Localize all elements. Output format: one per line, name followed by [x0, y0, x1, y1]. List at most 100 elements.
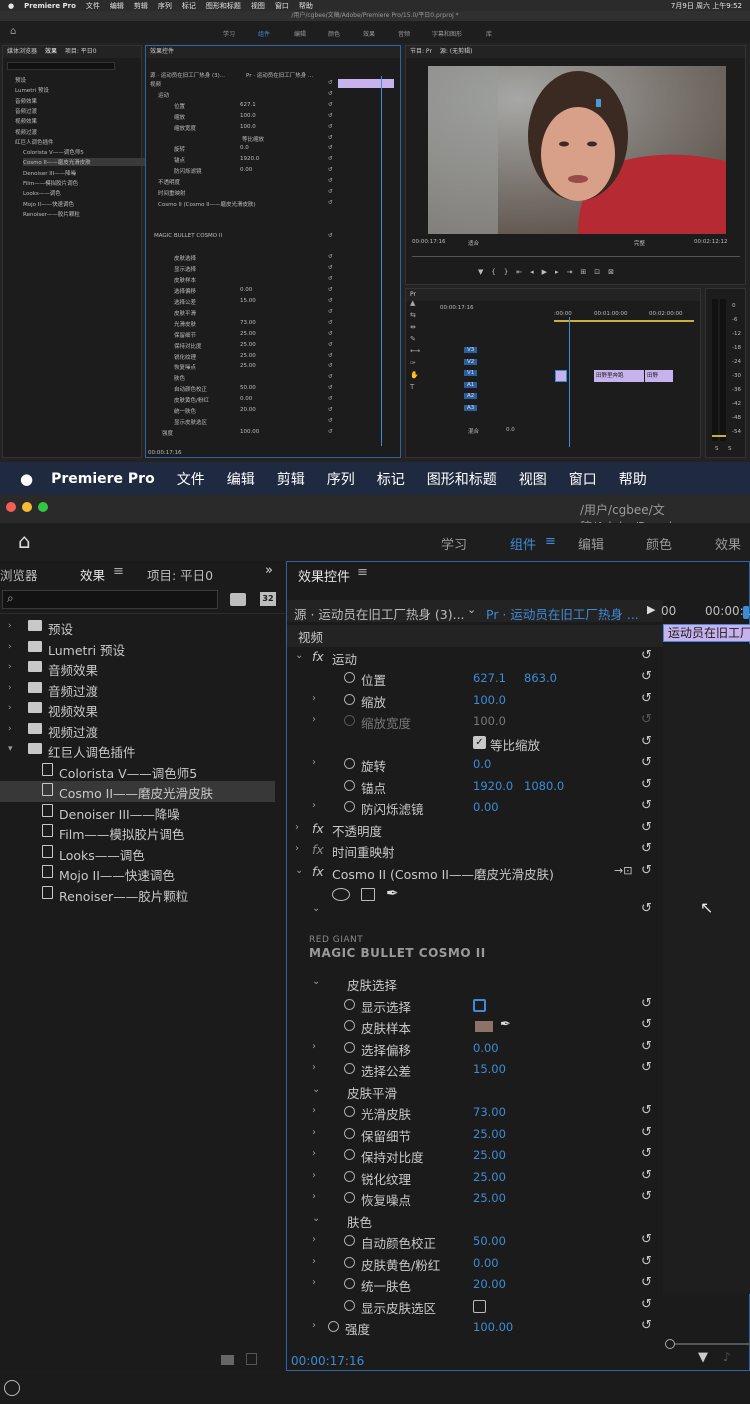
expand-icon[interactable]: ›: [312, 714, 316, 725]
effects-tree-item[interactable]: Looks——调色: [0, 843, 275, 864]
ov-reset-icon[interactable]: ↺: [328, 342, 333, 348]
reset-icon[interactable]: ↺: [641, 1189, 652, 1204]
tree-expanded-icon[interactable]: ▾: [8, 744, 13, 754]
menu-view[interactable]: 视图: [251, 1, 265, 11]
fx-param-value[interactable]: 0.00: [473, 1041, 499, 1055]
reset-icon[interactable]: ↺: [641, 841, 652, 856]
tab-effects-menu-icon[interactable]: ≡: [113, 564, 124, 579]
reset-icon[interactable]: ↺: [641, 777, 652, 792]
reset-icon[interactable]: ↺: [641, 1318, 652, 1333]
ov-tree-item[interactable]: Mojo II——快速调色: [23, 200, 74, 208]
menu-edit[interactable]: 编辑: [110, 1, 124, 11]
collapse-icon[interactable]: ⌄: [295, 865, 303, 876]
reset-icon[interactable]: ↺: [641, 798, 652, 813]
accelerated-32-icon[interactable]: 32: [260, 592, 276, 606]
source-dropdown-icon[interactable]: ⌄: [467, 603, 476, 616]
ov-tree-item[interactable]: 视频效果: [15, 117, 37, 125]
fx-param-value-y[interactable]: 1080.0: [524, 779, 564, 793]
ws-assembly[interactable]: 组件: [510, 534, 536, 553]
menu-sequence[interactable]: 序列: [158, 1, 172, 11]
ov-fit-select[interactable]: 适合: [468, 239, 479, 247]
reset-icon[interactable]: ↺: [641, 1039, 652, 1054]
keyframe-stopwatch-icon[interactable]: [328, 1321, 339, 1332]
ov-fx-value[interactable]: 0.00: [240, 396, 252, 402]
ov-fx-clip[interactable]: Pr · 运动员在旧工厂热身 ...: [246, 71, 313, 79]
ws-learn[interactable]: 学习: [441, 534, 467, 553]
effects-tree-item[interactable]: Renoiser——胶片颗粒: [0, 884, 275, 905]
ws-learn[interactable]: 学习: [223, 29, 235, 38]
menu-clip[interactable]: 剪辑: [134, 1, 148, 11]
tree-collapsed-icon[interactable]: ›: [8, 642, 12, 652]
ov-reset-icon[interactable]: ↺: [328, 135, 333, 141]
home-icon[interactable]: ⌂: [10, 26, 16, 37]
reset-icon[interactable]: ↺: [641, 734, 652, 749]
reset-icon[interactable]: ↺: [641, 901, 652, 916]
fx-param-value[interactable]: 100.0: [473, 693, 506, 707]
show-selection-checkbox[interactable]: [473, 998, 486, 1012]
ov-tree-item[interactable]: 音频效果: [15, 97, 37, 105]
ov-reset-icon[interactable]: ↺: [328, 385, 333, 391]
menu-app[interactable]: Premiere Pro: [24, 2, 76, 10]
ov-tree-item[interactable]: Colorista V——调色师5: [23, 148, 84, 156]
menu-graphics[interactable]: 图形和标题: [427, 469, 497, 489]
menu-view[interactable]: 视图: [519, 469, 547, 489]
fx-param-value[interactable]: 0.0: [473, 757, 491, 771]
rect-mask-icon[interactable]: [361, 888, 375, 901]
ov-tree-item[interactable]: Renoiser——胶片颗粒: [23, 210, 80, 218]
fx-clip-label[interactable]: Pr · 运动员在旧工厂热身 ...: [486, 604, 639, 623]
reset-icon[interactable]: ↺: [641, 1125, 652, 1140]
minimize-button[interactable]: [22, 502, 32, 512]
reset-icon[interactable]: ↺: [641, 669, 652, 684]
effects-tree-item[interactable]: Mojo II——快速调色: [0, 863, 275, 884]
ws-color[interactable]: 颜色: [646, 534, 672, 553]
zoom-button[interactable]: [38, 502, 48, 512]
ov-fx-value[interactable]: 627.1: [240, 102, 256, 108]
ov-reset-icon[interactable]: ↺: [328, 113, 333, 119]
ov-reset-icon[interactable]: ↺: [328, 287, 333, 293]
expand-icon[interactable]: ›: [295, 822, 299, 833]
ws-graphics[interactable]: 字幕和图形: [432, 29, 462, 38]
fx-param-value[interactable]: 20.00: [473, 1277, 506, 1291]
ws-audio[interactable]: 音频: [398, 29, 410, 38]
ov-reset-icon[interactable]: ↺: [328, 102, 333, 108]
apple-menu-icon[interactable]: ●: [20, 470, 33, 488]
keyframe-stopwatch-icon[interactable]: [344, 693, 355, 705]
ov-solo-right[interactable]: S: [728, 446, 732, 452]
expand-icon[interactable]: ›: [312, 757, 316, 768]
effects-tree-item[interactable]: Colorista V——调色师5: [0, 761, 275, 782]
keyframe-stopwatch-icon[interactable]: [344, 672, 355, 683]
ov-transport-controls[interactable]: ▼{}⇤◂▶▸⇥⊞⊡⊠: [478, 268, 622, 276]
menu-help[interactable]: 帮助: [299, 1, 313, 11]
ov-reset-icon[interactable]: ↺: [328, 178, 333, 184]
keyframe-stopwatch-icon[interactable]: [344, 1235, 355, 1246]
ov-reset-icon[interactable]: ↺: [328, 309, 333, 315]
menu-file[interactable]: 文件: [177, 469, 205, 489]
reset-icon[interactable]: ↺: [641, 1017, 652, 1032]
reset-icon[interactable]: ↺: [641, 1168, 652, 1183]
effects-tree-item[interactable]: ▾ 红巨人调色插件: [0, 740, 275, 761]
keyframe-stopwatch-icon[interactable]: [344, 1149, 355, 1160]
ellipse-mask-icon[interactable]: [332, 888, 350, 901]
fx-param-value[interactable]: 25.00: [473, 1148, 506, 1162]
play-clip-icon[interactable]: ▶: [647, 603, 655, 616]
reset-icon[interactable]: ↺: [641, 1297, 652, 1312]
reset-icon[interactable]: ↺: [641, 1254, 652, 1269]
effects-tree-item[interactable]: Denoiser III——降噪: [0, 802, 275, 823]
expand-icon[interactable]: ›: [312, 1148, 316, 1159]
fx-scroll-knob[interactable]: [665, 1339, 675, 1349]
menu-window[interactable]: 窗口: [275, 1, 289, 11]
expand-icon[interactable]: ›: [312, 1105, 316, 1116]
expand-icon[interactable]: ›: [312, 1320, 316, 1331]
ov-fx-value[interactable]: 0.0: [240, 145, 249, 151]
ov-fx-value[interactable]: 100.00: [240, 429, 259, 435]
expand-icon[interactable]: ›: [312, 1234, 316, 1245]
fx-param-value-y[interactable]: 863.0: [524, 671, 557, 685]
collapse-icon[interactable]: ⌄: [312, 976, 320, 987]
ov-tab-media[interactable]: 媒体浏览器: [7, 48, 37, 55]
keyframe-stopwatch-icon[interactable]: [344, 758, 355, 769]
tab-media-browser[interactable]: 浏览器: [0, 565, 38, 584]
ov-tree-item[interactable]: Lumetri 预设: [15, 86, 49, 94]
keyframe-stopwatch-icon[interactable]: [344, 1299, 355, 1311]
ov-track-header[interactable]: V2: [464, 358, 478, 365]
ws-assembly[interactable]: 组件: [258, 29, 270, 38]
